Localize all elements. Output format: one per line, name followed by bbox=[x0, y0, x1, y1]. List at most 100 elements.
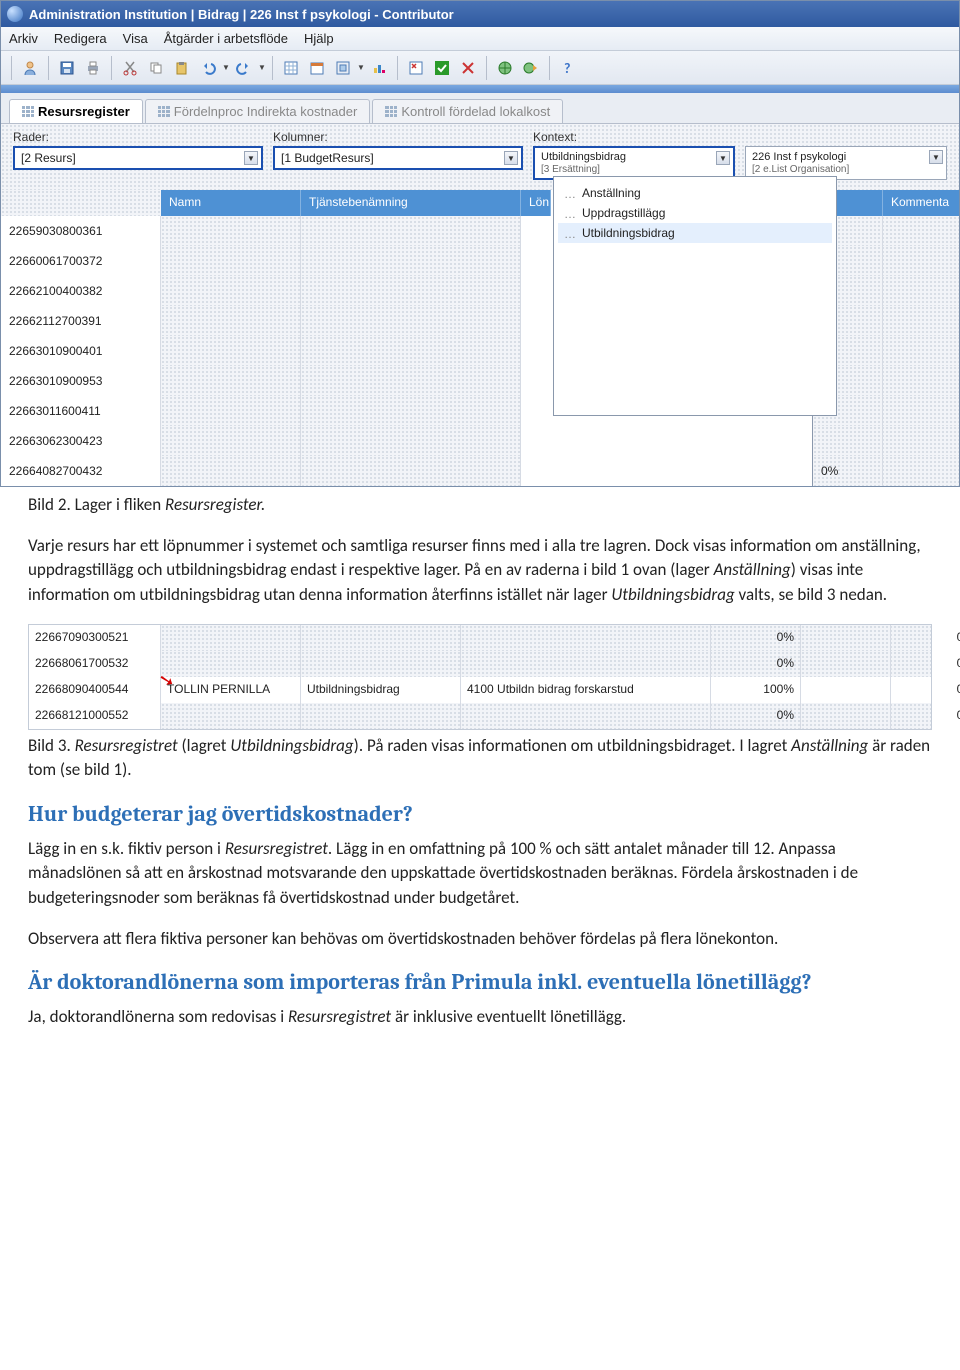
toolbar: ▼ ▼ ▼ ? bbox=[1, 51, 959, 85]
screenshot-2: 226670903005210%0%226680617005320%0%2266… bbox=[28, 624, 932, 730]
cell-p2 bbox=[801, 703, 891, 729]
grid-col-tjanste[interactable]: Tjänstebenämning bbox=[301, 190, 521, 216]
chevron-down-icon[interactable]: ▼ bbox=[716, 151, 730, 165]
cell-tjanste bbox=[301, 216, 521, 246]
cell-namn bbox=[161, 366, 301, 396]
context-dropdown[interactable]: Anställning Uppdragstillägg Utbildningsb… bbox=[553, 176, 837, 416]
undo-icon[interactable] bbox=[196, 56, 220, 80]
cols-value: [1 BudgetResurs] bbox=[281, 151, 374, 165]
cell-namn bbox=[161, 456, 301, 486]
chevron-down-icon[interactable]: ▼ bbox=[504, 151, 518, 165]
document-body: Bild 2. Lager i fliken Resursregister. V… bbox=[0, 487, 960, 1052]
heading-overtid: Hur budgeterar jag övertidskostnader? bbox=[28, 799, 932, 831]
caption-bild3: Bild 3. Resursregistret (lagret Utbildni… bbox=[28, 734, 932, 783]
help-icon[interactable]: ? bbox=[556, 56, 580, 80]
cols-box[interactable]: [1 BudgetResurs] ▼ bbox=[273, 146, 523, 170]
grid-col-komment[interactable]: Kommenta bbox=[883, 190, 960, 216]
cell-desc bbox=[461, 625, 711, 651]
tab-fordelnproc[interactable]: Fördelnproc Indirekta kostnader bbox=[145, 99, 371, 123]
cell-komment bbox=[883, 306, 960, 336]
grid-col-id[interactable] bbox=[1, 190, 161, 216]
menu-visa[interactable]: Visa bbox=[123, 31, 148, 46]
cell-desc: 4100 Utbildn bidrag forskarstud bbox=[461, 677, 711, 703]
user-icon[interactable] bbox=[18, 56, 42, 80]
paragraph-1: Varje resurs har ett löpnummer i systeme… bbox=[28, 534, 932, 608]
rows-box[interactable]: [2 Resurs] ▼ bbox=[13, 146, 263, 170]
ctx1-box[interactable]: Utbildningsbidrag [3 Ersättning] ▼ bbox=[533, 146, 735, 180]
print-icon[interactable] bbox=[81, 56, 105, 80]
tab-resursregister[interactable]: Resursregister bbox=[9, 99, 143, 123]
heading-doktorand: Är doktorandlönerna som importeras från … bbox=[28, 967, 932, 999]
cell-type bbox=[301, 625, 461, 651]
cell-p3: 0% bbox=[891, 651, 960, 677]
grid-icon bbox=[385, 106, 397, 118]
dropdown-item[interactable]: Utbildningsbidrag bbox=[558, 223, 832, 243]
globe-arrow-icon[interactable] bbox=[519, 56, 543, 80]
tab-kontroll[interactable]: Kontroll fördelad lokalkost bbox=[372, 99, 563, 123]
table-x-icon[interactable] bbox=[404, 56, 428, 80]
grid-calendar-icon[interactable] bbox=[305, 56, 329, 80]
cell-name bbox=[161, 625, 301, 651]
table-row[interactable]: 226640827004320% bbox=[1, 456, 959, 486]
menu-atgarder[interactable]: Åtgärder i arbetsflöde bbox=[164, 31, 288, 46]
cell-type: Utbildningsbidrag bbox=[301, 677, 461, 703]
cell-p1: 0% bbox=[711, 625, 801, 651]
cut-icon[interactable] bbox=[118, 56, 142, 80]
cell-p1: 100% bbox=[711, 677, 801, 703]
cell-namn bbox=[161, 336, 301, 366]
cell-komment bbox=[883, 276, 960, 306]
cell-komment bbox=[883, 246, 960, 276]
grid1-icon[interactable] bbox=[279, 56, 303, 80]
ctx-label: Kontext: bbox=[533, 130, 947, 144]
cell-tjanste bbox=[301, 396, 521, 426]
cell-id: 22659030800361 bbox=[1, 216, 161, 246]
chevron-down-icon[interactable]: ▼ bbox=[929, 150, 943, 164]
paste-icon[interactable] bbox=[170, 56, 194, 80]
undo-dropdown-icon[interactable]: ▼ bbox=[222, 63, 230, 73]
menu-arkiv[interactable]: Arkiv bbox=[9, 31, 38, 46]
nested-box-dropdown-icon[interactable]: ▼ bbox=[357, 63, 365, 73]
chart-icon[interactable] bbox=[367, 56, 391, 80]
cell-namn bbox=[161, 396, 301, 426]
cell-blank bbox=[521, 426, 813, 456]
cell-id: 22662100400382 bbox=[1, 276, 161, 306]
cols-selector: Kolumner: [1 BudgetResurs] ▼ bbox=[273, 130, 523, 180]
dropdown-item[interactable]: Uppdragstillägg bbox=[558, 203, 832, 223]
cell-pct bbox=[813, 426, 883, 456]
globe-icon[interactable] bbox=[493, 56, 517, 80]
x-mark-icon[interactable] bbox=[456, 56, 480, 80]
ctx2-box[interactable]: 226 Inst f psykologi [2 e.List Organisat… bbox=[745, 146, 947, 180]
grid-col-namn[interactable]: Namn bbox=[161, 190, 301, 216]
cell-p1: 0% bbox=[711, 651, 801, 677]
rows-value: [2 Resurs] bbox=[21, 151, 76, 165]
menu-redigera[interactable]: Redigera bbox=[54, 31, 107, 46]
grid-icon bbox=[158, 106, 170, 118]
check-icon[interactable] bbox=[430, 56, 454, 80]
cell-desc bbox=[461, 651, 711, 677]
menu-hjalp[interactable]: Hjälp bbox=[304, 31, 334, 46]
nested-box-icon[interactable] bbox=[331, 56, 355, 80]
redo-icon[interactable] bbox=[232, 56, 256, 80]
window-title: Administration Institution | Bidrag | 22… bbox=[29, 7, 454, 22]
screenshot-1: Administration Institution | Bidrag | 22… bbox=[0, 0, 960, 487]
grid-col-lon[interactable]: Lön bbox=[521, 190, 551, 216]
blue-bar bbox=[1, 85, 959, 93]
cell-namn bbox=[161, 216, 301, 246]
redo-dropdown-icon[interactable]: ▼ bbox=[258, 63, 266, 73]
table-row[interactable]: 22663062300423 bbox=[1, 426, 959, 456]
copy-icon[interactable] bbox=[144, 56, 168, 80]
chevron-down-icon[interactable]: ▼ bbox=[244, 151, 258, 165]
cell-p2 bbox=[801, 625, 891, 651]
dropdown-item[interactable]: Anställning bbox=[558, 183, 832, 203]
tab-label: Fördelnproc Indirekta kostnader bbox=[174, 104, 358, 119]
cell-namn bbox=[161, 306, 301, 336]
cell-tjanste bbox=[301, 336, 521, 366]
table-row[interactable]: 226670903005210%0% bbox=[29, 625, 931, 651]
titlebar: Administration Institution | Bidrag | 22… bbox=[1, 1, 959, 27]
menubar: Arkiv Redigera Visa Åtgärder i arbetsflö… bbox=[1, 27, 959, 51]
table-row[interactable]: 226681210005520%0% bbox=[29, 703, 931, 729]
tab-strip: Resursregister Fördelnproc Indirekta kos… bbox=[1, 93, 959, 124]
cell-namn bbox=[161, 246, 301, 276]
save-icon[interactable] bbox=[55, 56, 79, 80]
app-icon bbox=[7, 6, 23, 22]
